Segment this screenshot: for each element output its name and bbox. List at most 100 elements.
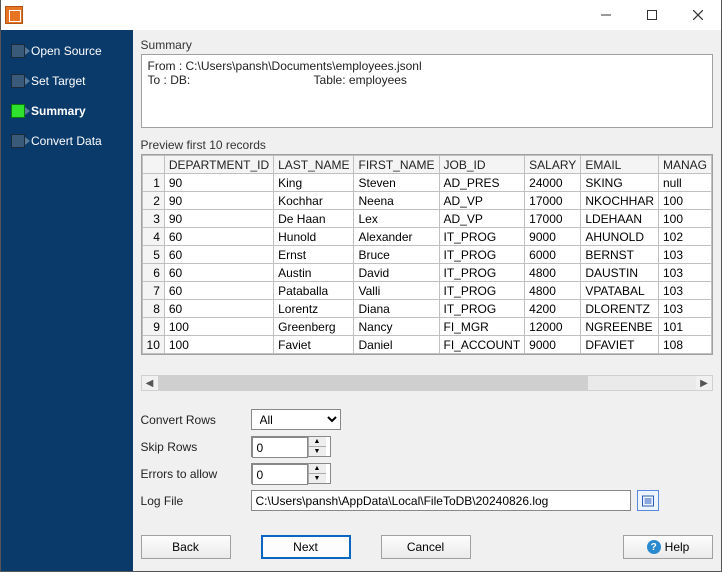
- cell[interactable]: 90: [164, 210, 273, 228]
- cell[interactable]: 60: [164, 246, 273, 264]
- back-button[interactable]: Back: [141, 535, 231, 559]
- cell[interactable]: 101: [658, 318, 711, 336]
- cell[interactable]: null: [658, 174, 711, 192]
- cell[interactable]: BERNST: [581, 246, 659, 264]
- cell[interactable]: 100: [164, 336, 273, 354]
- cell[interactable]: DAUSTIN: [581, 264, 659, 282]
- table-row[interactable]: 390De HaanLexAD_VP17000LDEHAAN100: [142, 210, 711, 228]
- column-header[interactable]: LAST_NAME: [274, 156, 354, 174]
- preview-grid[interactable]: DEPARTMENT_IDLAST_NAMEFIRST_NAMEJOB_IDSA…: [141, 154, 713, 355]
- cell[interactable]: 60: [164, 228, 273, 246]
- table-row[interactable]: 190KingStevenAD_PRES24000SKINGnull: [142, 174, 711, 192]
- cell[interactable]: 100: [658, 192, 711, 210]
- cell[interactable]: DFAVIET: [581, 336, 659, 354]
- cell[interactable]: 102: [658, 228, 711, 246]
- cell[interactable]: 90: [164, 174, 273, 192]
- cell[interactable]: NKOCHHAR: [581, 192, 659, 210]
- cell[interactable]: 108: [658, 336, 711, 354]
- cell[interactable]: 4800: [525, 264, 581, 282]
- cell[interactable]: Steven: [354, 174, 439, 192]
- cell[interactable]: 103: [658, 300, 711, 318]
- cell[interactable]: De Haan: [274, 210, 354, 228]
- cell[interactable]: Ernst: [274, 246, 354, 264]
- help-button[interactable]: ? Help: [623, 535, 713, 559]
- skip-rows-down[interactable]: ▼: [309, 447, 326, 456]
- cell[interactable]: 103: [658, 282, 711, 300]
- cell[interactable]: IT_PROG: [439, 264, 525, 282]
- cell[interactable]: Lex: [354, 210, 439, 228]
- cell[interactable]: IT_PROG: [439, 246, 525, 264]
- cell[interactable]: 90: [164, 192, 273, 210]
- cell[interactable]: IT_PROG: [439, 228, 525, 246]
- table-row[interactable]: 10100FavietDanielFI_ACCOUNT9000DFAVIET10…: [142, 336, 711, 354]
- close-button[interactable]: [675, 0, 721, 30]
- wizard-step-open-source[interactable]: Open Source: [1, 40, 133, 62]
- cell[interactable]: AD_VP: [439, 210, 525, 228]
- cell[interactable]: VPATABAL: [581, 282, 659, 300]
- cell[interactable]: FI_MGR: [439, 318, 525, 336]
- minimize-button[interactable]: [583, 0, 629, 30]
- cell[interactable]: 103: [658, 246, 711, 264]
- cell[interactable]: Valli: [354, 282, 439, 300]
- cell[interactable]: 12000: [525, 318, 581, 336]
- cell[interactable]: 60: [164, 264, 273, 282]
- maximize-button[interactable]: [629, 0, 675, 30]
- cell[interactable]: 103: [658, 264, 711, 282]
- skip-rows-up[interactable]: ▲: [309, 437, 326, 447]
- cell[interactable]: 9000: [525, 228, 581, 246]
- cell[interactable]: 17000: [525, 192, 581, 210]
- cell[interactable]: Greenberg: [274, 318, 354, 336]
- table-row[interactable]: 660AustinDavidIT_PROG4800DAUSTIN103: [142, 264, 711, 282]
- cell[interactable]: Diana: [354, 300, 439, 318]
- log-file-input[interactable]: [251, 490, 631, 511]
- column-header[interactable]: SALARY: [525, 156, 581, 174]
- cell[interactable]: Kochhar: [274, 192, 354, 210]
- scroll-right-icon[interactable]: ▶: [696, 376, 712, 390]
- wizard-step-set-target[interactable]: Set Target: [1, 70, 133, 92]
- cell[interactable]: Faviet: [274, 336, 354, 354]
- skip-rows-input[interactable]: [252, 437, 308, 458]
- skip-rows-stepper[interactable]: ▲ ▼: [251, 436, 331, 457]
- cell[interactable]: AD_PRES: [439, 174, 525, 192]
- cell[interactable]: LDEHAAN: [581, 210, 659, 228]
- cell[interactable]: AHUNOLD: [581, 228, 659, 246]
- cell[interactable]: IT_PROG: [439, 282, 525, 300]
- errors-allow-input[interactable]: [252, 464, 308, 485]
- cell[interactable]: Neena: [354, 192, 439, 210]
- next-button[interactable]: Next: [261, 535, 351, 559]
- cell[interactable]: David: [354, 264, 439, 282]
- column-header[interactable]: FIRST_NAME: [354, 156, 439, 174]
- scroll-left-icon[interactable]: ◀: [142, 376, 158, 390]
- errors-allow-down[interactable]: ▼: [309, 474, 326, 483]
- cell[interactable]: 4800: [525, 282, 581, 300]
- table-row[interactable]: 290KochharNeenaAD_VP17000NKOCHHAR100: [142, 192, 711, 210]
- cell[interactable]: 6000: [525, 246, 581, 264]
- cell[interactable]: 60: [164, 282, 273, 300]
- cell[interactable]: FI_ACCOUNT: [439, 336, 525, 354]
- table-row[interactable]: 560ErnstBruceIT_PROG6000BERNST103: [142, 246, 711, 264]
- table-row[interactable]: 760PataballaValliIT_PROG4800VPATABAL103: [142, 282, 711, 300]
- column-header[interactable]: EMAIL: [581, 156, 659, 174]
- cell[interactable]: SKING: [581, 174, 659, 192]
- cell[interactable]: Austin: [274, 264, 354, 282]
- cell[interactable]: 4200: [525, 300, 581, 318]
- cell[interactable]: Hunold: [274, 228, 354, 246]
- cell[interactable]: IT_PROG: [439, 300, 525, 318]
- horizontal-scrollbar[interactable]: ◀ ▶: [141, 375, 713, 391]
- table-row[interactable]: 860LorentzDianaIT_PROG4200DLORENTZ103: [142, 300, 711, 318]
- browse-log-button[interactable]: [637, 490, 659, 511]
- column-header[interactable]: DEPARTMENT_ID: [164, 156, 273, 174]
- cell[interactable]: Pataballa: [274, 282, 354, 300]
- cell[interactable]: 100: [164, 318, 273, 336]
- cell[interactable]: Alexander: [354, 228, 439, 246]
- cell[interactable]: Lorentz: [274, 300, 354, 318]
- column-header[interactable]: MANAG: [658, 156, 711, 174]
- column-header[interactable]: JOB_ID: [439, 156, 525, 174]
- cell[interactable]: NGREENBE: [581, 318, 659, 336]
- errors-allow-stepper[interactable]: ▲ ▼: [251, 463, 331, 484]
- cell[interactable]: 60: [164, 300, 273, 318]
- table-row[interactable]: 9100GreenbergNancyFI_MGR12000NGREENBE101: [142, 318, 711, 336]
- convert-rows-select[interactable]: All: [251, 409, 341, 430]
- cell[interactable]: 100: [658, 210, 711, 228]
- cell[interactable]: Bruce: [354, 246, 439, 264]
